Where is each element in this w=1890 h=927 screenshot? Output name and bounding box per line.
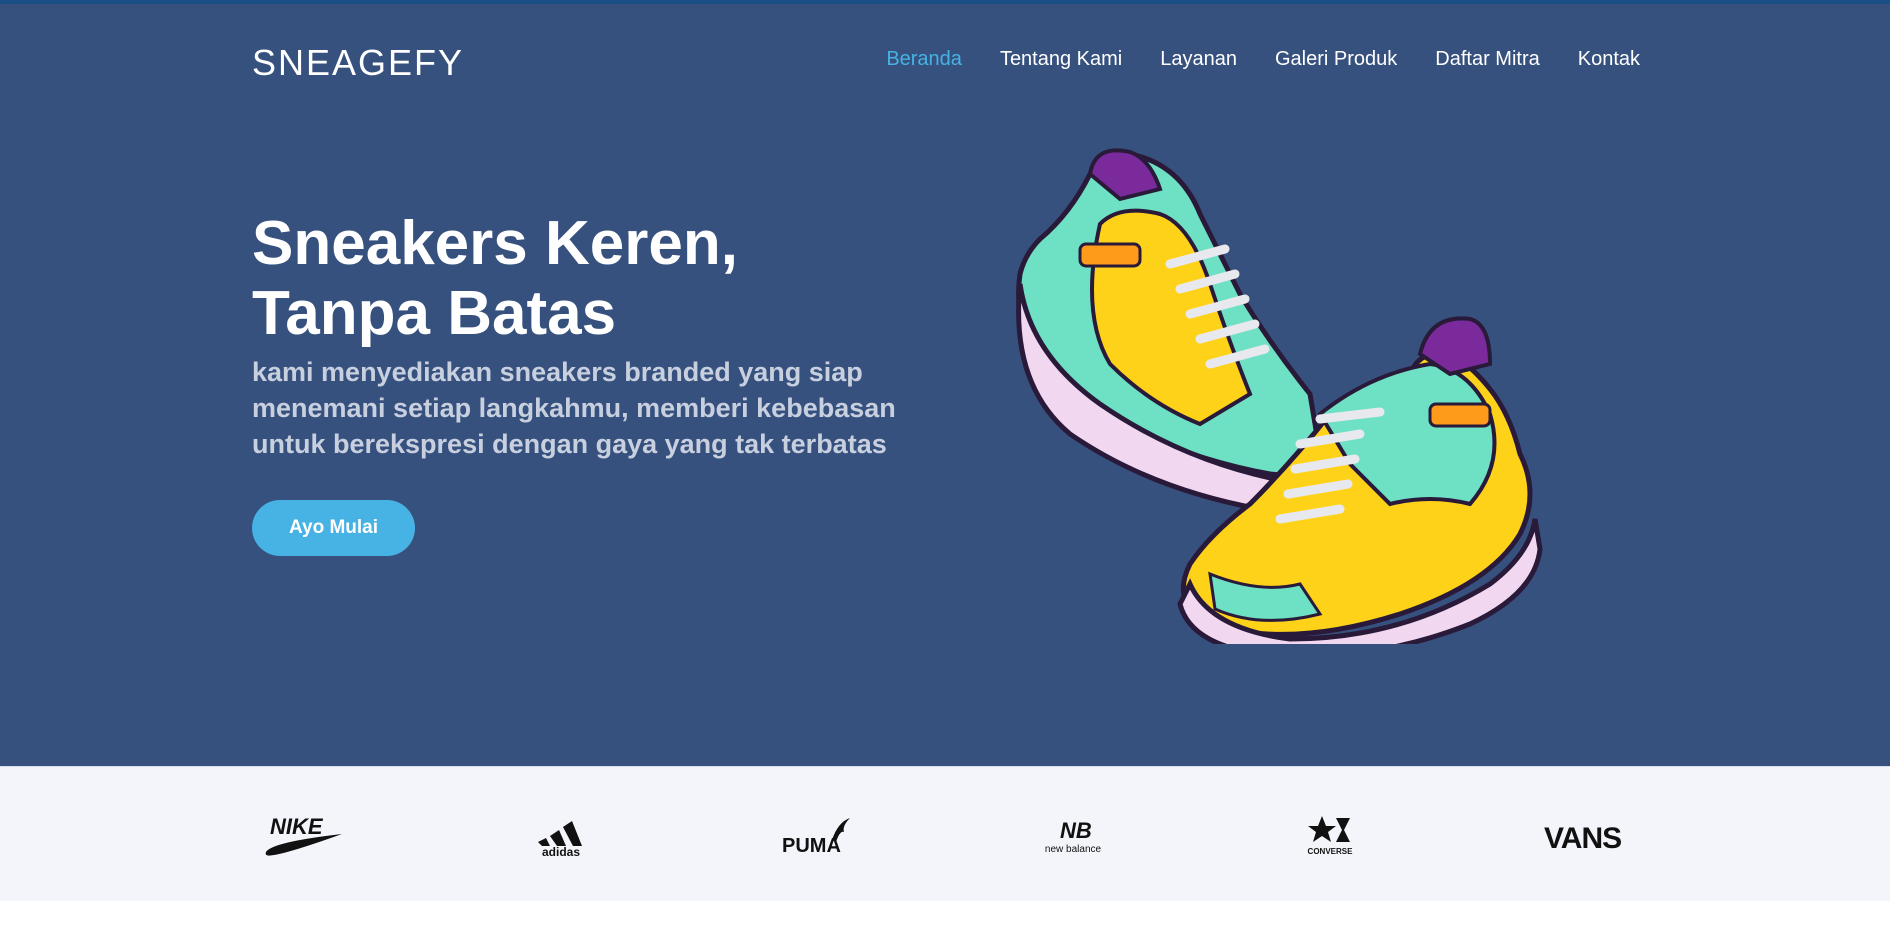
nav-link-daftar-mitra[interactable]: Daftar Mitra [1435, 48, 1539, 71]
nav-link-galeri-produk[interactable]: Galeri Produk [1275, 48, 1397, 71]
main-nav: Beranda Tentang Kami Layanan Galeri Prod… [886, 48, 1640, 71]
site-logo[interactable]: SNEAGEFY [252, 42, 464, 84]
new-balance-logo: NB new balance [1040, 807, 1106, 862]
hero-subtitle: kami menyediakan sneakers branded yang s… [252, 357, 896, 459]
svg-text:adidas: adidas [542, 845, 580, 858]
svg-text:CONVERSE: CONVERSE [1308, 847, 1354, 856]
hero-section: SNEAGEFY Beranda Tentang Kami Layanan Ga… [0, 0, 1890, 766]
nav-link-kontak[interactable]: Kontak [1578, 48, 1640, 71]
nike-logo: NIKE [262, 807, 344, 862]
svg-text:PUMA: PUMA [782, 835, 841, 857]
adidas-logo: adidas [532, 807, 590, 862]
vans-logo: VANS [1540, 807, 1630, 862]
nav-link-beranda[interactable]: Beranda [886, 48, 962, 71]
puma-logo: PUMA [780, 807, 852, 862]
nav-link-layanan[interactable]: Layanan [1160, 48, 1237, 71]
svg-text:new balance: new balance [1045, 844, 1102, 855]
nav-link-tentang-kami[interactable]: Tentang Kami [1000, 48, 1122, 71]
brand-logos-strip: NIKE adidas PUMA NB new balance CONVERSE [0, 766, 1890, 901]
ayo-mulai-button[interactable]: Ayo Mulai [252, 500, 415, 556]
sneakers-illustration [1016, 148, 1543, 644]
converse-logo: CONVERSE [1300, 807, 1360, 862]
svg-text:NB: NB [1060, 818, 1092, 843]
svg-text:NIKE: NIKE [270, 814, 324, 839]
hero-headline: Sneakers Keren, Tanpa Batas [252, 209, 738, 348]
svg-text:VANS: VANS [1544, 822, 1621, 855]
